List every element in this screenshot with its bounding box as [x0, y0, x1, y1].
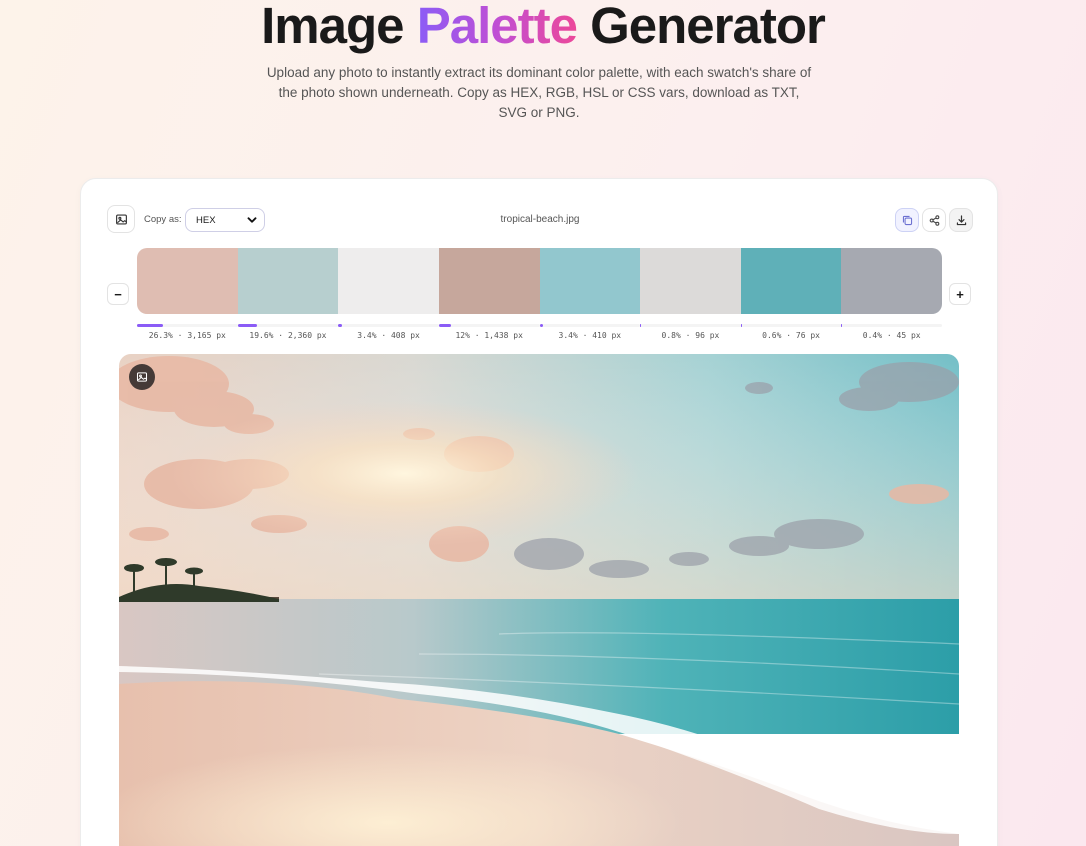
swatch-share: 0.8% · 96 px: [640, 324, 741, 348]
color-swatch[interactable]: [841, 248, 942, 314]
color-swatch[interactable]: [237, 248, 339, 314]
color-swatch[interactable]: [539, 248, 641, 314]
swatch-share: 19.6% · 2,360 px: [237, 324, 339, 348]
file-name: tropical-beach.jpg: [500, 214, 580, 225]
share-bar-track: [640, 324, 741, 327]
swatch-share: 26.3% · 3,165 px: [137, 324, 238, 348]
title-start: Image: [261, 0, 417, 54]
share-label: 0.4% · 45 px: [862, 331, 921, 340]
share-bar-fill: [237, 324, 258, 327]
share-bar-fill: [438, 324, 451, 327]
share-icon: [929, 214, 939, 226]
beach-photo: [119, 354, 959, 846]
share-label: 0.8% · 96 px: [661, 331, 720, 340]
color-swatch[interactable]: [438, 248, 540, 314]
share-label: 0.6% · 76 px: [762, 331, 820, 340]
swatch-share: 0.6% · 76 px: [740, 324, 842, 348]
share-bar-fill: [338, 324, 342, 327]
swatch-share-bars: 26.3% · 3,165 px 19.6% · 2,360 px 3.4% · 4…: [137, 324, 942, 348]
swatch-strip: [137, 248, 942, 314]
share-label: 3.4% · 408 px: [357, 331, 420, 340]
download-button[interactable]: [949, 208, 973, 232]
color-swatch[interactable]: [740, 248, 842, 314]
page-subtitle: Upload any photo to instantly extract it…: [266, 65, 812, 120]
share-label: 19.6% · 2,360 px: [249, 331, 327, 340]
download-icon: [956, 214, 966, 225]
share-bar-fill: [740, 324, 742, 327]
swatch-share: 12% · 1,438 px: [438, 324, 540, 348]
page-title: Image Palette Generator: [0, 0, 1086, 56]
share-bar-fill: [841, 324, 843, 327]
share-button[interactable]: [922, 208, 946, 232]
copy-palette-button[interactable]: [895, 208, 919, 232]
share-bar-track: [841, 324, 942, 327]
image-icon: [136, 372, 148, 382]
color-swatch[interactable]: [338, 248, 439, 314]
share-bar-track: [137, 324, 238, 327]
palette-card: Copy as: HEX tropical-beach.jpg − + 26.3…: [80, 178, 998, 846]
image-badge: [129, 364, 155, 390]
share-bar-fill: [137, 324, 164, 327]
title-accent: Palette: [417, 0, 578, 54]
share-label: 26.3% · 3,165 px: [148, 331, 226, 340]
share-label: 3.4% · 410 px: [558, 331, 622, 340]
color-swatch[interactable]: [640, 248, 741, 314]
share-bar-track: [338, 324, 439, 327]
share-bar-fill: [640, 324, 642, 327]
swatch-share: 0.4% · 45 px: [841, 324, 942, 348]
share-label: 12% · 1,438 px: [455, 331, 523, 340]
title-end: Generator: [576, 0, 826, 54]
color-swatch[interactable]: [137, 248, 238, 314]
swatch-share: 3.4% · 410 px: [539, 324, 641, 348]
share-bar-track: [740, 324, 842, 327]
share-bar-fill: [539, 324, 543, 327]
share-bar-track: [237, 324, 339, 327]
increase-colors-button[interactable]: +: [949, 283, 971, 305]
share-bar-track: [539, 324, 641, 327]
swatch-share: 3.4% · 408 px: [338, 324, 439, 348]
copy-icon: [902, 215, 912, 225]
decrease-colors-button[interactable]: −: [107, 283, 129, 305]
share-bar-track: [438, 324, 540, 327]
image-preview: [119, 354, 959, 846]
